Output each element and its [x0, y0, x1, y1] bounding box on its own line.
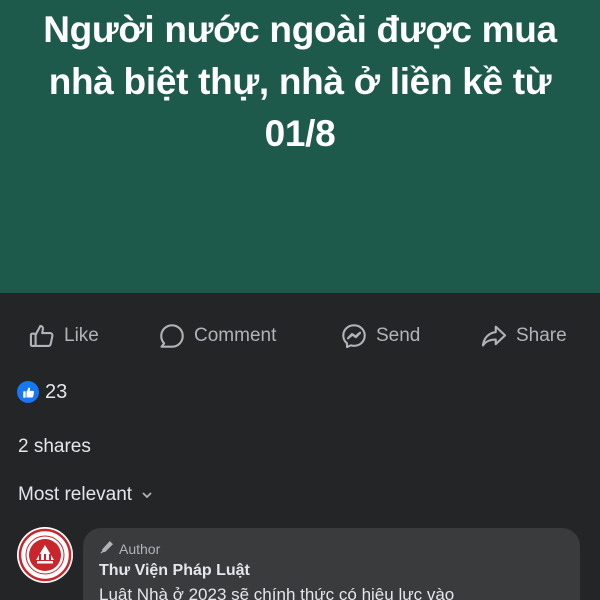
send-label: Send — [376, 325, 421, 346]
thumbs-up-outline-icon — [28, 322, 56, 350]
messenger-icon — [340, 322, 368, 350]
like-reaction-icon — [17, 381, 39, 403]
comment-author-name[interactable]: Thư Viện Pháp Luật — [99, 562, 250, 580]
pen-icon — [100, 540, 119, 557]
post-action-bar: Like Comment Send Share — [0, 312, 600, 360]
comment-label: Comment — [194, 325, 277, 346]
comment-bubble[interactable]: Author Thư Viện Pháp Luật Luật Nhà ở 202… — [83, 528, 580, 600]
chevron-down-icon — [142, 488, 152, 502]
share-arrow-icon — [480, 322, 508, 350]
reaction-count: 23 — [45, 380, 68, 403]
shares-count[interactable]: 2 shares — [18, 436, 91, 458]
facebook-post-view: Người nước ngoài được mua nhà biệt thự, … — [0, 0, 600, 600]
comments-sort-dropdown[interactable]: Most relevant — [18, 484, 152, 506]
comment-button[interactable]: Comment — [158, 312, 276, 360]
share-button[interactable]: Share — [480, 312, 567, 360]
comment-text: Luật Nhà ở 2023 sẽ chính thức có hiệu lự… — [99, 585, 455, 600]
sort-label: Most relevant — [18, 484, 133, 505]
commenter-avatar[interactable] — [17, 527, 73, 583]
share-label: Share — [516, 325, 567, 346]
send-button[interactable]: Send — [340, 312, 420, 360]
author-badge-label: Author — [119, 540, 161, 557]
banner-title: Người nước ngoài được mua nhà biệt thự, … — [43, 9, 557, 154]
comment-bubble-icon — [158, 322, 186, 350]
like-button[interactable]: Like — [28, 312, 99, 360]
like-label: Like — [64, 325, 99, 346]
author-badge: Author — [100, 540, 160, 557]
reactions-summary[interactable]: 23 — [17, 379, 67, 405]
post-image-banner[interactable]: Người nước ngoài được mua nhà biệt thự, … — [0, 0, 600, 293]
